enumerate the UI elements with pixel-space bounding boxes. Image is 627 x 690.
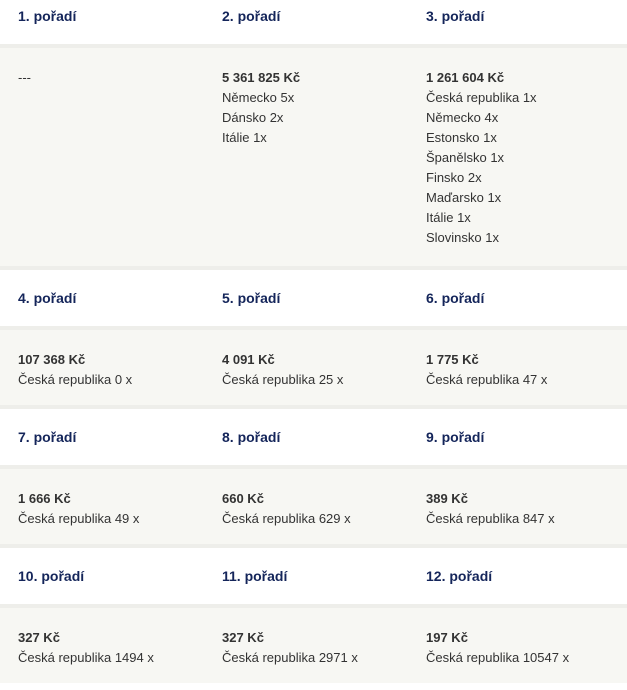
winner-country: Španělsko 1x	[426, 150, 505, 165]
winner-country: Maďarsko 1x	[426, 190, 502, 205]
winner-country: Česká republika 847 x	[426, 511, 555, 526]
winner-country: Česká republika 1x	[426, 90, 537, 105]
tier-data-row: 1 666 Kč Česká republika 49 x 660 Kč Čes…	[0, 469, 627, 544]
tier-data-row: --- 5 361 825 Kč Německo 5x Dánsko 2x It…	[0, 48, 627, 266]
tier-header-row: 1. pořadí 2. pořadí 3. pořadí	[0, 0, 627, 44]
tier-cell: 389 Kč Česká republika 847 x	[408, 489, 627, 544]
tier-header: 1. pořadí	[18, 8, 77, 24]
tier-cell: 4 091 Kč Česká republika 25 x	[204, 350, 408, 405]
empty-value: ---	[18, 70, 31, 85]
tier-cell: 660 Kč Česká republika 629 x	[204, 489, 408, 544]
winner-country: Dánsko 2x	[222, 110, 284, 125]
winner-country: Německo 4x	[426, 110, 499, 125]
winner-country: Slovinsko 1x	[426, 230, 499, 245]
tier-header: 12. pořadí	[426, 568, 493, 584]
winner-country: Itálie 1x	[222, 130, 267, 145]
tier-header: 8. pořadí	[222, 429, 281, 445]
winner-country: Česká republika 10547 x	[426, 650, 570, 665]
tier-header: 3. pořadí	[426, 8, 485, 24]
tier-data-row: 107 368 Kč Česká republika 0 x 4 091 Kč …	[0, 330, 627, 405]
tier-header-row: 7. pořadí 8. pořadí 9. pořadí	[0, 409, 627, 465]
tier-header: 10. pořadí	[18, 568, 85, 584]
tier-cell: ---	[0, 68, 204, 266]
winner-country: Estonsko 1x	[426, 130, 497, 145]
tier-header: 11. pořadí	[222, 568, 288, 584]
tier-header: 4. pořadí	[18, 290, 77, 306]
tier-cell: 107 368 Kč Česká republika 0 x	[0, 350, 204, 405]
tier-cell: 327 Kč Česká republika 1494 x	[0, 628, 204, 683]
prize-amount: 5 361 825 Kč	[222, 70, 301, 85]
winner-country: Česká republika 25 x	[222, 372, 344, 387]
winner-country: Česká republika 629 x	[222, 511, 351, 526]
winner-country: Česká republika 47 x	[426, 372, 548, 387]
prize-amount: 389 Kč	[426, 491, 468, 506]
tier-cell: 5 361 825 Kč Německo 5x Dánsko 2x Itálie…	[204, 68, 408, 266]
prize-amount: 1 775 Kč	[426, 352, 479, 367]
tier-header: 7. pořadí	[18, 429, 77, 445]
tier-header: 6. pořadí	[426, 290, 485, 306]
tier-header: 5. pořadí	[222, 290, 281, 306]
winner-country: Česká republika 0 x	[18, 372, 133, 387]
tier-cell: 197 Kč Česká republika 10547 x	[408, 628, 627, 683]
prize-amount: 660 Kč	[222, 491, 264, 506]
tier-cell: 327 Kč Česká republika 2971 x	[204, 628, 408, 683]
tier-header: 9. pořadí	[426, 429, 485, 445]
winner-country: Česká republika 1494 x	[18, 650, 154, 665]
tier-header-row: 4. pořadí 5. pořadí 6. pořadí	[0, 270, 627, 326]
prize-amount: 1 666 Kč	[18, 491, 71, 506]
tier-cell: 1 775 Kč Česká republika 47 x	[408, 350, 627, 405]
prize-amount: 327 Kč	[18, 630, 60, 645]
prize-amount: 4 091 Kč	[222, 352, 275, 367]
prize-amount: 107 368 Kč	[18, 352, 86, 367]
tier-data-row: 327 Kč Česká republika 1494 x 327 Kč Čes…	[0, 608, 627, 683]
winner-country: Česká republika 49 x	[18, 511, 140, 526]
winner-country: Finsko 2x	[426, 170, 482, 185]
winner-country: Česká republika 2971 x	[222, 650, 358, 665]
prize-amount: 327 Kč	[222, 630, 264, 645]
tier-cell: 1 261 604 Kč Česká republika 1x Německo …	[408, 68, 627, 266]
winner-country: Itálie 1x	[426, 210, 471, 225]
prize-amount: 197 Kč	[426, 630, 468, 645]
tier-header: 2. pořadí	[222, 8, 281, 24]
tier-cell: 1 666 Kč Česká republika 49 x	[0, 489, 204, 544]
prize-tiers-table: 1. pořadí 2. pořadí 3. pořadí --- 5 361 …	[0, 0, 627, 683]
winner-country: Německo 5x	[222, 90, 295, 105]
tier-header-row: 10. pořadí 11. pořadí 12. pořadí	[0, 548, 627, 604]
prize-amount: 1 261 604 Kč	[426, 70, 505, 85]
